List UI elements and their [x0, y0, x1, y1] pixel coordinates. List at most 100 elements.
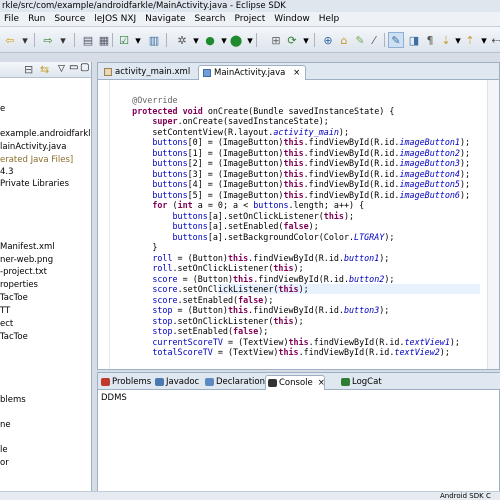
- tab-logcat[interactable]: LogCat: [339, 375, 389, 390]
- code-line: setContentView(R.layout.activity_main);: [112, 126, 350, 137]
- editor-scrollbar[interactable]: [487, 80, 499, 369]
- xml-file-icon: [104, 68, 112, 76]
- menu-run[interactable]: Run: [24, 14, 50, 24]
- code-line: super.onCreate(savedInstanceState);: [152, 116, 329, 126]
- folder-icon[interactable]: ⌂: [336, 32, 352, 48]
- status-right: Android SDK C: [440, 492, 491, 500]
- code-line: score = (Button)this.findViewById(R.id.b…: [152, 273, 395, 284]
- dropdown-icon-2[interactable]: ▾: [55, 32, 71, 48]
- menu-search[interactable]: Search: [191, 14, 231, 24]
- tree-item[interactable]: Private Libraries: [0, 179, 69, 190]
- status-bar: Android SDK C: [0, 491, 500, 500]
- dropdown-icon[interactable]: ▾: [17, 32, 33, 48]
- menu-help[interactable]: Help: [315, 14, 345, 24]
- back-icon[interactable]: ⇦: [2, 32, 18, 48]
- pin-icon[interactable]: ⁄: [366, 32, 382, 48]
- tab-activity-main-xml[interactable]: activity_main.xml: [100, 65, 196, 80]
- menu-lejos[interactable]: leJOS NXJ: [90, 14, 141, 24]
- code-line: protected void onCreate(Bundle savedInst…: [132, 105, 395, 116]
- console-output: DDMS: [101, 393, 127, 403]
- javadoc-icon: [155, 378, 164, 386]
- code-editor[interactable]: activity_main.xml MainActivity.java × @O…: [97, 62, 500, 370]
- show-whitespace-icon[interactable]: ¶: [422, 32, 438, 48]
- close-icon[interactable]: ×: [293, 68, 300, 78]
- menu-project[interactable]: Project: [230, 14, 270, 24]
- tree-item[interactable]: example.androidfarkle: [0, 129, 91, 140]
- close-icon[interactable]: ×: [318, 378, 325, 388]
- table-icon[interactable]: ▥: [146, 32, 162, 48]
- view-menu-icon[interactable]: ▽: [58, 64, 65, 74]
- code-line: totalScoreTV = (TextView)this.findViewBy…: [152, 347, 450, 357]
- save-icon[interactable]: ▦: [96, 32, 112, 48]
- menu-file[interactable]: File: [0, 14, 24, 24]
- code-line: roll = (Button)this.findViewById(R.id.bu…: [152, 252, 390, 263]
- tree-item[interactable]: 4.3: [0, 167, 14, 178]
- menu-navigate[interactable]: Navigate: [141, 14, 190, 24]
- tree-item[interactable]: lainActivity.java: [0, 142, 66, 153]
- code-line: for (int a = 0; a < buttons.length; a++)…: [152, 200, 365, 210]
- maximize-icon[interactable]: ▢: [80, 62, 89, 73]
- code-line: buttons[2] = (ImageButton)this.findViewB…: [152, 158, 471, 168]
- problems-icon: [101, 378, 110, 386]
- code-line: @Override: [132, 95, 178, 105]
- collapse-all-icon[interactable]: ⊟: [24, 63, 33, 76]
- tree-item[interactable]: TT: [0, 306, 10, 317]
- last-edit-icon[interactable]: ⇠: [488, 32, 500, 48]
- tab-problems[interactable]: Problems: [99, 375, 151, 390]
- code-line: stop.setEnabled(false);: [152, 326, 269, 336]
- tab-mainactivity-java[interactable]: MainActivity.java ×: [198, 65, 306, 80]
- code-line: buttons[a].setOnClickListener(this);: [172, 210, 355, 221]
- tree-item[interactable]: e: [0, 104, 5, 115]
- tab-declaration[interactable]: Declaration: [203, 375, 265, 390]
- link-editor-icon[interactable]: ⇆: [40, 63, 49, 76]
- tree-item[interactable]: le: [0, 445, 8, 456]
- code-line: buttons[a].setBackgroundColor(Color.LTGR…: [172, 231, 395, 242]
- tree-item[interactable]: TacToe: [0, 293, 28, 304]
- dropdown-icon-7[interactable]: ▾: [298, 32, 314, 48]
- console-icon: [268, 379, 277, 387]
- editor-tabs: activity_main.xml MainActivity.java ×: [98, 63, 499, 80]
- tree-item[interactable]: -project.txt: [0, 267, 47, 278]
- code-text[interactable]: @Override protected void onCreate(Bundle…: [112, 95, 470, 358]
- new-icon[interactable]: ▤: [80, 32, 96, 48]
- main-toolbar: ⇦ ▾ ⇨ ▾ ▤ ▦ ☑ ▾ ▥ ✲ ▾ ● ▾ ⬤ ▾ ⊞ ⟳ ▾ ⊕ ⌂ …: [0, 27, 500, 53]
- code-line: buttons[3] = (ImageButton)this.findViewB…: [152, 168, 471, 179]
- minimize-icon[interactable]: ▭: [69, 62, 78, 73]
- tree-item[interactable]: TacToe: [0, 332, 28, 343]
- menu-source[interactable]: Source: [50, 14, 90, 24]
- tree-item[interactable]: ect: [0, 319, 13, 330]
- open-type-icon[interactable]: ⊞: [268, 32, 284, 48]
- tree-item[interactable]: Manifest.xml: [0, 242, 55, 253]
- code-line: }: [112, 242, 158, 252]
- toggle-mark-icon[interactable]: ✎: [388, 32, 404, 48]
- menu-window[interactable]: Window: [270, 14, 315, 24]
- code-line: buttons[0] = (ImageButton)this.findViewB…: [152, 137, 471, 147]
- package-explorer: ⊟ ⇆ ▽ ▭ ▢ e example.androidfarkle lainAc…: [0, 62, 92, 500]
- menu-bar: File Run Source leJOS NXJ Navigate Searc…: [0, 12, 500, 27]
- tree-item[interactable]: blems: [0, 395, 26, 406]
- tree-item[interactable]: erated Java Files]: [0, 155, 73, 166]
- package-explorer-header: ⊟ ⇆ ▽ ▭ ▢: [0, 62, 91, 78]
- tree-item[interactable]: ner-web.png: [0, 255, 53, 266]
- code-line: score.setOnClickListener(this);: [152, 284, 309, 294]
- code-line: buttons[5] = (ImageButton)this.findViewB…: [152, 189, 471, 200]
- tab-javadoc[interactable]: Javadoc: [153, 375, 201, 390]
- tab-console[interactable]: Console ×: [265, 375, 325, 390]
- java-file-icon: [203, 69, 211, 77]
- code-line: currentScoreTV = (TextView)this.findView…: [152, 336, 460, 347]
- code-line: score.setEnabled(false);: [152, 294, 274, 305]
- code-line: stop = (Button)this.findViewById(R.id.bu…: [152, 305, 390, 315]
- code-line: buttons[4] = (ImageButton)this.findViewB…: [152, 179, 471, 189]
- code-line: buttons[1] = (ImageButton)this.findViewB…: [152, 147, 471, 158]
- tree-item[interactable]: roperties: [0, 280, 38, 291]
- code-line: buttons[a].setEnabled(false);: [172, 221, 319, 231]
- tree-item[interactable]: ne: [0, 420, 11, 431]
- forward-icon[interactable]: ⇨: [40, 32, 56, 48]
- editor-ruler: [98, 80, 110, 369]
- dropdown-icon-3[interactable]: ▾: [130, 32, 146, 48]
- code-line: roll.setOnClickListener(this);: [152, 263, 304, 273]
- tree-item[interactable]: or: [0, 458, 9, 469]
- bottom-panel: Problems Javadoc Declaration Console × Lo…: [97, 372, 500, 500]
- annotation-icon[interactable]: ◨: [406, 32, 422, 48]
- package-icon[interactable]: ⊕: [320, 32, 336, 48]
